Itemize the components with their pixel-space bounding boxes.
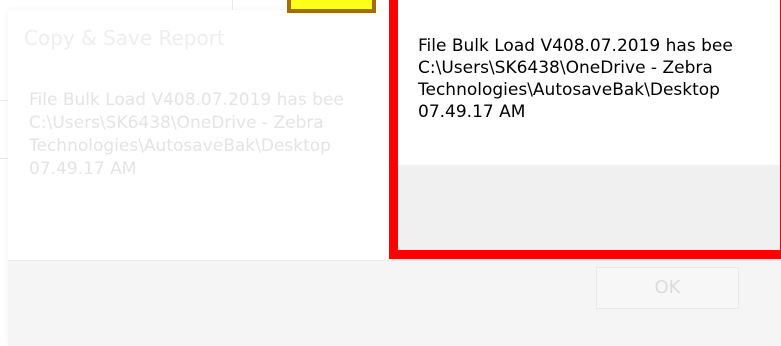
message-line: 07.49.17 AM (29, 159, 137, 179)
message-line: 07.49.17 AM (418, 102, 526, 122)
message-line: Technologies\AutosaveBak\Desktop (418, 80, 720, 100)
dialog-message: File Bulk Load V408.07.2019 has bee C:\U… (29, 89, 394, 181)
dialog-message: File Bulk Load V408.07.2019 has bee C:\U… (418, 35, 733, 123)
dialog-title: Copy & Save Report (24, 26, 225, 50)
message-line: Technologies\AutosaveBak\Desktop (29, 136, 331, 156)
ok-button[interactable]: OK (596, 267, 739, 309)
highlight-box-yellow (287, 0, 376, 13)
message-line: File Bulk Load V408.07.2019 has bee (29, 90, 344, 110)
dialog-footer (398, 165, 780, 250)
message-line: C:\Users\SK6438\OneDrive - Zebra (29, 113, 324, 133)
message-line: File Bulk Load V408.07.2019 has bee (418, 36, 733, 56)
highlighted-message-dialog: File Bulk Load V408.07.2019 has bee C:\U… (389, 0, 781, 259)
message-line: C:\Users\SK6438\OneDrive - Zebra (418, 58, 713, 78)
